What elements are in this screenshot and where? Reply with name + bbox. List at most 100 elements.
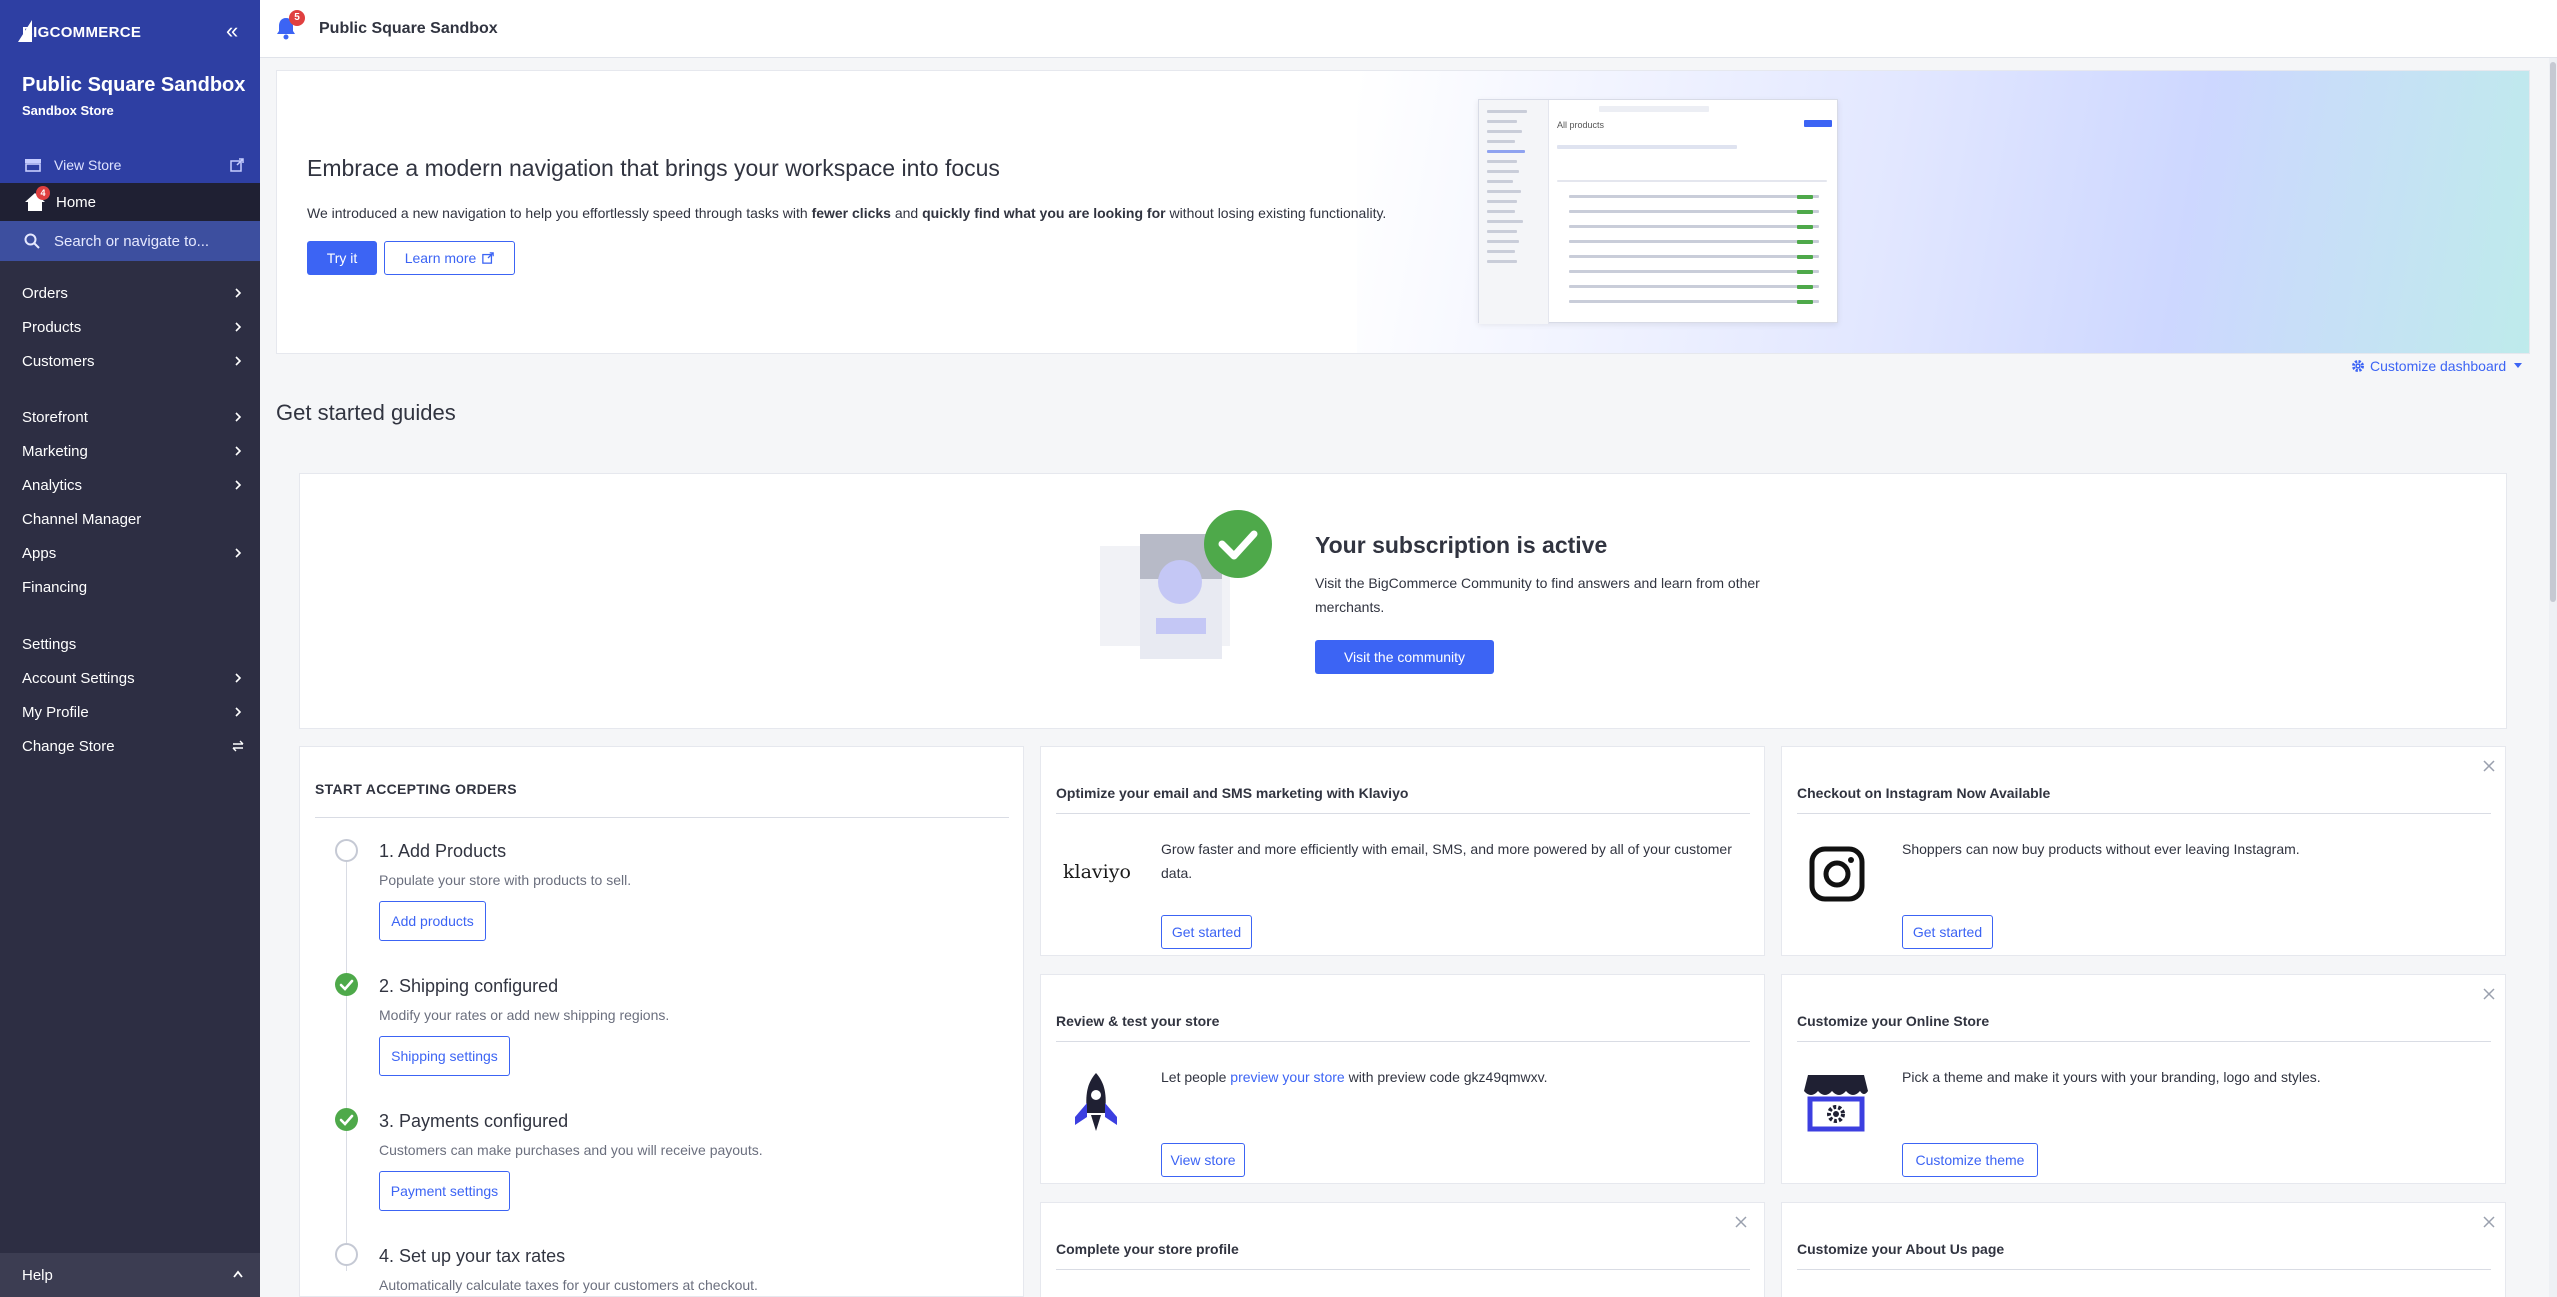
sidebar-item-products[interactable]: Products: [0, 312, 260, 342]
store-name: Public Square Sandbox: [22, 74, 246, 96]
try-it-button[interactable]: Try it: [307, 241, 377, 275]
card-title: Customize your About Us page: [1797, 1241, 2005, 1257]
card-text: Grow faster and more efficiently with em…: [1161, 841, 1732, 881]
storefront-icon: [25, 159, 41, 172]
step-description: Customers can make purchases and you wil…: [379, 1142, 763, 1158]
sidebar-item-storefront[interactable]: Storefront: [0, 402, 260, 432]
preview-page-title: All products: [1557, 120, 1605, 130]
subscription-title: Your subscription is active: [1315, 532, 1608, 558]
learn-more-label: Learn more: [404, 250, 477, 266]
customize-theme-button[interactable]: Customize theme: [1902, 1143, 2038, 1177]
card-title: Complete your store profile: [1056, 1241, 1239, 1257]
about-us-card: Customize your About Us page: [1781, 1202, 2506, 1297]
sidebar-item-label: Marketing: [22, 442, 88, 460]
sidebar-item-label: Products: [22, 318, 82, 336]
visit-community-button[interactable]: Visit the community: [1315, 640, 1494, 674]
klaviyo-logo: klaviyo: [1063, 861, 1131, 883]
sidebar-item-channel-manager[interactable]: Channel Manager: [0, 504, 260, 534]
card-title: Customize your Online Store: [1797, 1013, 1990, 1029]
sidebar-item-label: Storefront: [22, 408, 88, 426]
navigation-announcement-banner: Embrace a modern navigation that brings …: [276, 70, 2530, 354]
home-icon: 4: [24, 186, 50, 212]
banner-text: We introduced a new navigation to help y…: [307, 205, 1386, 221]
card-title: Review & test your store: [1056, 1013, 1220, 1029]
view-store-label: View Store: [54, 157, 122, 173]
shipping-settings-button[interactable]: Shipping settings: [379, 1036, 510, 1076]
notification-count-badge: 5: [289, 10, 305, 26]
sidebar-item-label: Analytics: [22, 476, 83, 494]
close-icon[interactable]: [2482, 987, 2496, 1001]
chevron-right-icon: [235, 673, 242, 683]
page-scrollbar-thumb[interactable]: [2550, 62, 2556, 602]
divider: [1797, 813, 2491, 814]
divider: [1056, 1269, 1750, 1270]
banner-text-bold: quickly find what you are looking for: [922, 205, 1166, 221]
page-scrollbar-track[interactable]: [2549, 58, 2557, 1297]
sidebar-item-label: My Profile: [22, 703, 89, 721]
instagram-card: Checkout on Instagram Now Available Shop…: [1781, 746, 2506, 956]
sidebar-item-my-profile[interactable]: My Profile: [0, 697, 260, 727]
step-title: 1. Add Products: [379, 841, 507, 861]
klaviyo-get-started-button[interactable]: Get started: [1161, 915, 1252, 949]
help-menu[interactable]: Help: [0, 1253, 260, 1297]
card-text: Pick a theme and make it yours with your…: [1902, 1069, 2321, 1085]
sidebar-item-customers[interactable]: Customers: [0, 346, 260, 376]
sidebar: BIGCOMMERCE « Public Square Sandbox Sand…: [0, 0, 260, 1297]
sidebar-item-settings[interactable]: Settings: [0, 629, 260, 659]
new-navigation-preview-image: All products: [1478, 99, 1838, 324]
search-placeholder: Search or navigate to...: [54, 232, 210, 250]
sidebar-item-account-settings[interactable]: Account Settings: [0, 663, 260, 693]
add-products-button[interactable]: Add products: [379, 901, 486, 941]
chevron-right-icon: [235, 548, 242, 558]
orders-card-title: START ACCEPTING ORDERS: [315, 781, 517, 797]
chevron-right-icon: [235, 446, 242, 456]
close-icon[interactable]: [2482, 759, 2496, 773]
step-title: 4. Set up your tax rates: [379, 1246, 566, 1266]
instagram-get-started-button[interactable]: Get started: [1902, 915, 1993, 949]
customize-dashboard-button[interactable]: Customize dashboard: [2351, 358, 2523, 374]
caret-down-icon: [2514, 363, 2523, 368]
sidebar-item-apps[interactable]: Apps: [0, 538, 260, 568]
card-title: Optimize your email and SMS marketing wi…: [1056, 785, 1409, 801]
customize-online-store-card: Customize your Online Store Pick a theme…: [1781, 974, 2506, 1184]
collapse-sidebar-icon[interactable]: «: [226, 20, 238, 42]
sidebar-item-home[interactable]: 4 Home: [0, 183, 260, 221]
step-title: 2. Shipping configured: [379, 976, 559, 996]
divider: [1797, 1269, 2491, 1270]
get-started-heading: Get started guides: [276, 400, 456, 425]
page-store-title: Public Square Sandbox: [319, 20, 498, 37]
learn-more-button[interactable]: Learn more: [384, 241, 515, 275]
sidebar-item-label: Account Settings: [22, 669, 135, 687]
card-text-part: Let people: [1161, 1069, 1231, 1085]
sidebar-item-change-store[interactable]: Change Store: [0, 731, 260, 761]
preview-store-link[interactable]: preview your store: [1230, 1069, 1344, 1085]
view-store-link[interactable]: View Store: [0, 150, 260, 180]
step-description: Automatically calculate taxes for your c…: [379, 1277, 758, 1293]
sidebar-item-marketing[interactable]: Marketing: [0, 436, 260, 466]
instagram-icon: [1809, 846, 1865, 902]
view-store-button[interactable]: View store: [1161, 1143, 1245, 1177]
close-icon[interactable]: [2482, 1215, 2496, 1229]
home-label: Home: [56, 193, 97, 211]
step-description: Modify your rates or add new shipping re…: [379, 1007, 670, 1023]
search-icon: [24, 233, 40, 249]
sidebar-item-analytics[interactable]: Analytics: [0, 470, 260, 500]
divider: [1797, 1041, 2491, 1042]
sidebar-item-label: Change Store: [22, 737, 115, 755]
banner-text-bold: fewer clicks: [811, 205, 891, 221]
close-icon[interactable]: [1734, 1215, 1748, 1229]
banner-text-part: and: [890, 205, 923, 221]
card-title: Checkout on Instagram Now Available: [1797, 785, 2051, 801]
sidebar-item-financing[interactable]: Financing: [0, 572, 260, 602]
subscription-active-illustration: [1100, 510, 1272, 659]
sidebar-item-orders[interactable]: Orders: [0, 278, 260, 308]
search-navigate-input[interactable]: Search or navigate to...: [0, 221, 260, 261]
steps-timeline: [346, 851, 347, 1271]
start-accepting-orders-card: START ACCEPTING ORDERS 1. Add Products P…: [299, 746, 1024, 1297]
step-complete-icon: [335, 1108, 358, 1131]
divider: [1056, 1041, 1750, 1042]
rocket-icon: [1075, 1073, 1117, 1131]
payment-settings-button[interactable]: Payment settings: [379, 1171, 510, 1211]
sidebar-header: BIGCOMMERCE « Public Square Sandbox Sand…: [0, 0, 260, 183]
chevron-right-icon: [235, 412, 242, 422]
